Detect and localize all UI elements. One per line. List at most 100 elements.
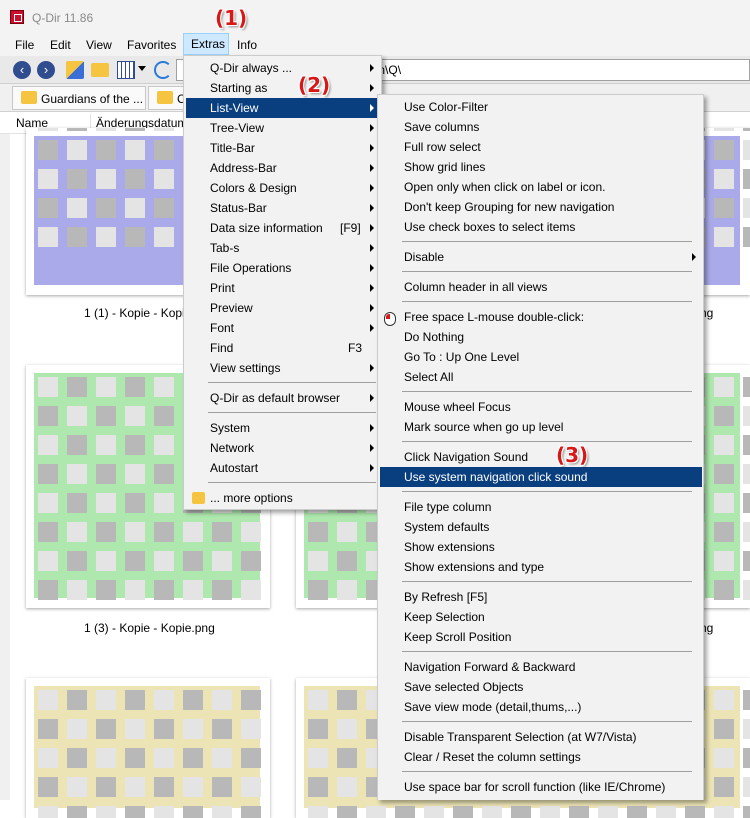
menu-item-disable-transparent-selection[interactable]: Disable Transparent Selection (at W7/Vis…: [380, 727, 702, 747]
menu-item-address-bar[interactable]: Address-Bar: [186, 158, 380, 178]
thumb-cell: [96, 227, 116, 247]
menu-item-use-check-boxes[interactable]: Use check boxes to select items: [380, 217, 702, 237]
menu-item-show-extensions[interactable]: Show extensions: [380, 537, 702, 557]
menu-item-space-bar-scroll[interactable]: Use space bar for scroll function (like …: [380, 777, 702, 797]
menu-item-starting-as[interactable]: Starting as: [186, 78, 380, 98]
menu-item-click-navigation-sound[interactable]: Click Navigation Sound: [380, 447, 702, 467]
menu-item-autostart[interactable]: Autostart: [186, 458, 380, 478]
thumb-cell: [743, 580, 750, 600]
menu-item-qdir-always[interactable]: Q-Dir always ...: [186, 58, 380, 78]
menu-item-use-color-filter[interactable]: Use Color-Filter: [380, 97, 702, 117]
menu-item-preview[interactable]: Preview: [186, 298, 380, 318]
menu-item-colors-design[interactable]: Colors & Design: [186, 178, 380, 198]
menu-item-navigation-forward-backward[interactable]: Navigation Forward & Backward: [380, 657, 702, 677]
thumb-cell: [96, 128, 116, 131]
menu-item-file-type-column[interactable]: File type column: [380, 497, 702, 517]
refresh-icon[interactable]: [154, 61, 172, 79]
tab-guardians[interactable]: Guardians of the ...: [12, 86, 146, 110]
menu-item-full-row-select[interactable]: Full row select: [380, 137, 702, 157]
thumb-cell: [67, 551, 87, 571]
submenu-arrow-icon: [370, 184, 374, 192]
menu-item-tree-view[interactable]: Tree-View: [186, 118, 380, 138]
thumb-cell: [308, 719, 328, 739]
menu-item-mark-source[interactable]: Mark source when go up level: [380, 417, 702, 437]
menu-item-show-grid-lines[interactable]: Show grid lines: [380, 157, 702, 177]
menu-item-status-bar[interactable]: Status-Bar: [186, 198, 380, 218]
view-mode-icon[interactable]: [117, 61, 135, 79]
thumb-cell: [308, 580, 328, 600]
up-folder-icon[interactable]: [66, 61, 84, 79]
menu-item-default-browser[interactable]: Q-Dir as default browser: [186, 388, 380, 408]
menu-item-disable[interactable]: Disable: [380, 247, 702, 267]
menu-item-network[interactable]: Network: [186, 438, 380, 458]
menu-item-data-size[interactable]: Data size information [F9]: [186, 218, 380, 238]
menu-item-font[interactable]: Font: [186, 318, 380, 338]
menu-item-system-navigation-sound[interactable]: Use system navigation click sound: [380, 467, 702, 487]
thumb-cell: [67, 493, 87, 513]
menu-item-open-only-on-label[interactable]: Open only when click on label or icon.: [380, 177, 702, 197]
file-name-label[interactable]: 1 (3) - Kopie - Kopie.png: [84, 621, 215, 635]
menu-item-print[interactable]: Print: [186, 278, 380, 298]
menu-item-more-options[interactable]: ... more options: [186, 488, 380, 508]
thumbnail-yellow-1[interactable]: [26, 678, 270, 818]
menu-item-title-bar[interactable]: Title-Bar: [186, 138, 380, 158]
menu-item-by-refresh[interactable]: By Refresh [F5]: [380, 587, 702, 607]
menu-item-label: Colors & Design: [210, 181, 297, 195]
menu-item-label: Mouse wheel Focus: [404, 400, 511, 414]
menu-item-system-defaults[interactable]: System defaults: [380, 517, 702, 537]
menu-item-list-view[interactable]: List-View: [186, 98, 380, 118]
menu-item-label: ... more options: [210, 491, 293, 505]
thumb-cell: [337, 719, 357, 739]
menu-item-column-header-all-views[interactable]: Column header in all views: [380, 277, 702, 297]
menu-item-tabs[interactable]: Tab-s: [186, 238, 380, 258]
thumb-cell: [154, 435, 174, 455]
file-name-label[interactable]: 1 (1) - Kopie - Kopi: [84, 306, 185, 320]
chevron-down-icon[interactable]: [138, 66, 146, 71]
menu-item-system[interactable]: System: [186, 418, 380, 438]
thumb-cell: [743, 227, 750, 247]
back-icon[interactable]: ‹: [13, 61, 31, 79]
menu-item-view-settings[interactable]: View settings: [186, 358, 380, 378]
menu-item-save-selected-objects[interactable]: Save selected Objects: [380, 677, 702, 697]
new-folder-icon[interactable]: [91, 63, 109, 77]
thumb-cell: [714, 806, 734, 818]
menu-extras[interactable]: Extras: [183, 33, 229, 55]
menu-item-keep-selection[interactable]: Keep Selection: [380, 607, 702, 627]
menu-item-label: Clear / Reset the column settings: [404, 750, 581, 764]
thumb-cell: [241, 580, 261, 600]
thumb-cell: [38, 435, 58, 455]
menu-item-clear-reset-columns[interactable]: Clear / Reset the column settings: [380, 747, 702, 767]
menu-item-keep-scroll-position[interactable]: Keep Scroll Position: [380, 627, 702, 647]
thumb-cell: [154, 406, 174, 426]
menu-item-mouse-wheel-focus[interactable]: Mouse wheel Focus: [380, 397, 702, 417]
submenu-arrow-icon: [370, 284, 374, 292]
menu-item-dont-keep-grouping[interactable]: Don't keep Grouping for new navigation: [380, 197, 702, 217]
thumb-cell: [154, 551, 174, 571]
menu-item-label: Use Color-Filter: [404, 100, 489, 114]
thumb-cell: [96, 377, 116, 397]
menu-view[interactable]: View: [86, 36, 112, 56]
menu-info[interactable]: Info: [237, 36, 257, 56]
submenu-arrow-icon: [370, 104, 374, 112]
thumb-cell: [96, 435, 116, 455]
menu-item-file-operations[interactable]: File Operations: [186, 258, 380, 278]
menu-item-show-extensions-type[interactable]: Show extensions and type: [380, 557, 702, 577]
menu-item-label: File type column: [404, 500, 492, 514]
menu-edit[interactable]: Edit: [50, 36, 71, 56]
menu-file[interactable]: File: [15, 36, 34, 56]
menu-favorites[interactable]: Favorites: [127, 36, 176, 56]
menu-item-save-columns[interactable]: Save columns: [380, 117, 702, 137]
menu-item-select-all[interactable]: Select All: [380, 367, 702, 387]
thumb-cell: [743, 522, 750, 542]
menu-item-label: Q-Dir always ...: [210, 61, 293, 75]
menu-item-save-view-mode[interactable]: Save view mode (detail,thums,...): [380, 697, 702, 717]
menu-separator: [402, 271, 692, 272]
menu-item-go-up-one-level[interactable]: Go To : Up One Level: [380, 347, 702, 367]
menu-item-do-nothing[interactable]: Do Nothing: [380, 327, 702, 347]
thumb-cell: [212, 551, 232, 571]
forward-icon[interactable]: ›: [37, 61, 55, 79]
menu-item-find[interactable]: Find F3: [186, 338, 380, 358]
submenu-arrow-icon: [370, 264, 374, 272]
tab-second[interactable]: C: [148, 86, 184, 110]
menu-item-label: Column header in all views: [404, 280, 548, 294]
